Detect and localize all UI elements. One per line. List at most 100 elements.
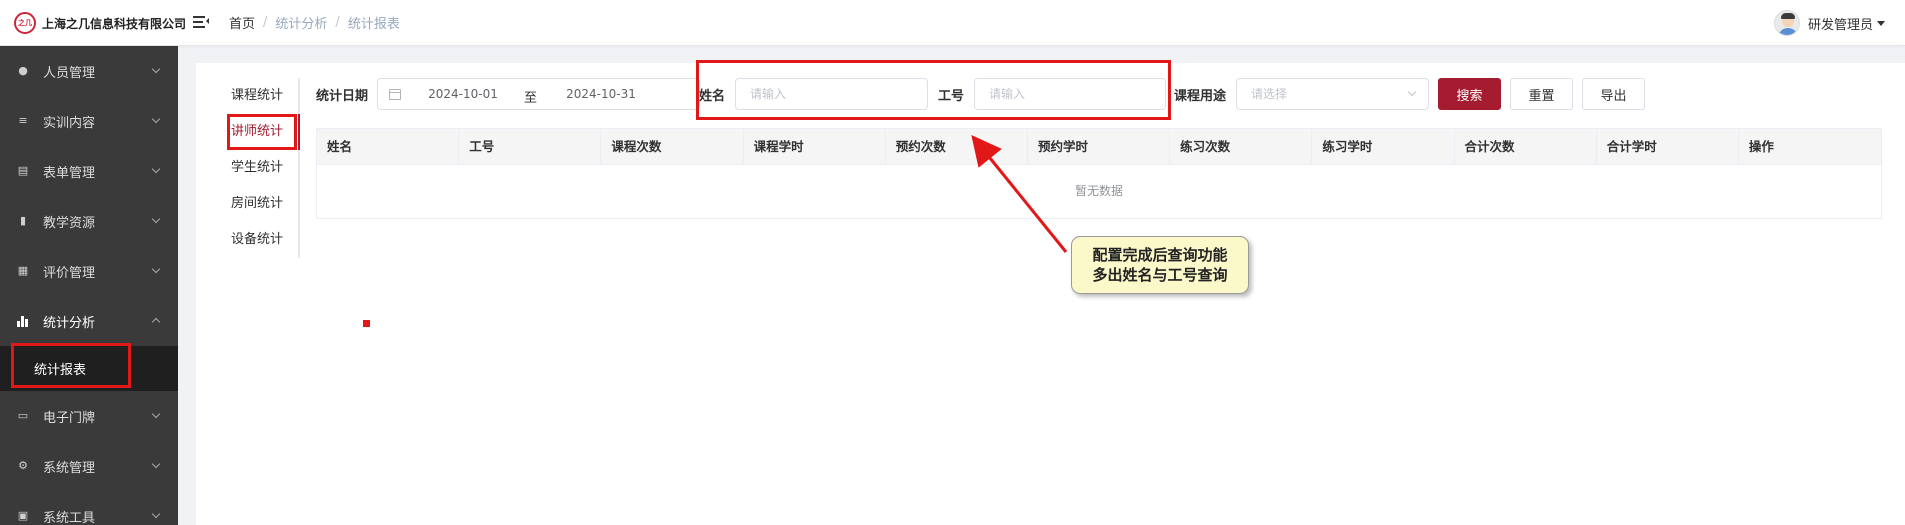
sidebar-item-label: 评价管理	[43, 265, 96, 281]
breadcrumb-separator: /	[335, 15, 340, 30]
date-end[interactable]: 2024-10-31	[566, 87, 636, 101]
stats-table: 姓名 工号 课程次数 课程学时 预约次数 预约学时 练习次数 练习学时 合计次数…	[316, 128, 1882, 219]
sidebar-item-label: 实训内容	[43, 115, 96, 131]
chevron-down-icon	[151, 264, 161, 274]
search-button[interactable]: 搜索	[1438, 78, 1501, 110]
sidebar-toggle-icon[interactable]	[193, 14, 209, 30]
sidebar-item-label: 系统管理	[43, 460, 96, 476]
sidebar-item-label: 统计分析	[43, 315, 96, 331]
column-header: 课程学时	[744, 129, 886, 164]
purpose-select[interactable]	[1236, 78, 1429, 110]
stat-tabs: 课程统计 讲师统计 学生统计 房间统计 设备统计	[231, 78, 296, 258]
book-icon: ▮	[19, 214, 27, 227]
chevron-down-icon	[151, 214, 161, 224]
caret-down-icon[interactable]	[1877, 20, 1885, 26]
chevron-down-icon	[151, 64, 161, 74]
name-label-wrap: 姓名	[699, 78, 725, 110]
chevron-down-icon	[151, 509, 161, 519]
date-range-picker[interactable]: 2024-10-01 至 2024-10-31	[377, 78, 700, 110]
sidebar-item-training[interactable]: ≡ 实训内容	[0, 96, 178, 146]
employee-id-input[interactable]	[974, 78, 1166, 110]
name-input[interactable]	[735, 78, 928, 110]
export-button[interactable]: 导出	[1582, 78, 1645, 110]
sidebar-item-system[interactable]: ⚙ 系统管理	[0, 441, 178, 491]
user-name[interactable]: 研发管理员	[1808, 14, 1873, 33]
sidebar-item-label: 人员管理	[43, 65, 96, 81]
tab-student[interactable]: 学生统计	[231, 150, 296, 186]
sidebar-item-personnel[interactable]: ● 人员管理	[0, 46, 178, 96]
evaluate-icon: ▦	[17, 264, 29, 277]
monitor-icon: ▭	[17, 409, 29, 422]
sidebar-item-forms[interactable]: ▤ 表单管理	[0, 146, 178, 196]
sidebar-item-label: 表单管理	[43, 165, 96, 181]
purpose-label-wrap: 课程用途	[1174, 78, 1226, 110]
toolbox-icon: ▣	[17, 509, 29, 522]
chevron-down-icon	[151, 459, 161, 469]
column-header: 操作	[1748, 139, 1774, 154]
user-menu[interactable]: 研发管理员	[1773, 10, 1885, 36]
tabs-divider	[298, 78, 300, 258]
sidebar: ● 人员管理 ≡ 实训内容 ▤ 表单管理 ▮ 教学资源 ▦ 评价管理 统计分析 …	[0, 46, 178, 525]
sidebar-item-doorplate[interactable]: ▭ 电子门牌	[0, 391, 178, 441]
purpose-label: 课程用途	[1174, 88, 1227, 104]
breadcrumb-home[interactable]: 首页	[229, 13, 255, 32]
column-header: 预约学时	[1028, 129, 1171, 164]
annotation-dot	[363, 320, 370, 327]
sidebar-item-label: 系统工具	[43, 510, 96, 525]
callout-line-1: 配置完成后查询功能	[1092, 246, 1228, 264]
name-label: 姓名	[699, 88, 726, 104]
employee-id-label: 工号	[938, 88, 965, 104]
sidebar-item-resources[interactable]: ▮ 教学资源	[0, 196, 178, 246]
column-header: 练习学时	[1312, 129, 1455, 164]
user-icon: ●	[18, 64, 28, 77]
top-header: 之几 上海之几信息科技有限公司 首页 / 统计分析 / 统计报表 研发管理员	[0, 0, 1905, 46]
form-icon: ▤	[17, 164, 29, 177]
breadcrumb-statistics: 统计分析	[275, 17, 328, 32]
company-logo[interactable]: 之几 上海之几信息科技有限公司	[14, 12, 186, 34]
tab-lecturer[interactable]: 讲师统计	[231, 114, 296, 150]
calendar-icon	[389, 89, 401, 100]
chevron-up-icon	[151, 317, 161, 327]
reset-button[interactable]: 重置	[1510, 78, 1573, 110]
breadcrumb-report: 统计报表	[347, 17, 400, 32]
tab-course[interactable]: 课程统计	[231, 78, 296, 114]
main-panel: 课程统计 讲师统计 学生统计 房间统计 设备统计 统计日期 2024-10-01…	[196, 63, 1905, 525]
tab-device[interactable]: 设备统计	[231, 222, 296, 258]
gear-icon: ⚙	[18, 459, 28, 472]
table-header: 姓名 工号 课程次数 课程学时 预约次数 预约学时 练习次数 练习学时 合计次数…	[317, 129, 1881, 165]
avatar[interactable]	[1773, 10, 1800, 36]
tab-room[interactable]: 房间统计	[231, 186, 296, 222]
sidebar-subitem-label: 统计报表	[34, 363, 87, 378]
list-icon: ≡	[18, 114, 28, 127]
company-name: 上海之几信息科技有限公司	[42, 16, 187, 31]
sidebar-item-statistics[interactable]: 统计分析	[0, 296, 178, 346]
table-empty-text: 暂无数据	[1074, 184, 1123, 198]
date-start[interactable]: 2024-10-01	[428, 87, 498, 101]
logo-mark-icon: 之几	[14, 12, 36, 34]
column-header: 练习次数	[1170, 129, 1313, 164]
sidebar-item-label: 教学资源	[43, 215, 96, 231]
callout-line-2: 多出姓名与工号查询	[1092, 266, 1228, 284]
sidebar-item-tools[interactable]: ▣ 系统工具	[0, 491, 178, 525]
chevron-down-icon	[151, 114, 161, 124]
column-header: 合计次数	[1455, 129, 1597, 164]
column-header: 合计学时	[1597, 129, 1739, 164]
annotation-callout: 配置完成后查询功能 多出姓名与工号查询	[1071, 236, 1249, 294]
sidebar-subitem-report[interactable]: 统计报表	[0, 346, 178, 391]
breadcrumb: 首页 / 统计分析 / 统计报表	[229, 13, 400, 32]
column-header: 姓名	[317, 129, 460, 164]
column-header: 预约次数	[886, 129, 1028, 164]
column-header: 课程次数	[601, 129, 744, 164]
date-filter-label-wrap: 统计日期	[316, 78, 368, 110]
breadcrumb-separator: /	[263, 15, 268, 30]
sidebar-item-label: 电子门牌	[43, 410, 96, 426]
bar-chart-icon	[17, 315, 29, 327]
id-label-wrap: 工号	[938, 78, 964, 110]
chevron-down-icon	[151, 409, 161, 419]
date-label: 统计日期	[316, 88, 369, 104]
date-separator: 至	[524, 91, 538, 106]
tabs-active-indicator	[298, 114, 300, 150]
column-header: 工号	[459, 129, 602, 164]
chevron-down-icon	[151, 164, 161, 174]
sidebar-item-evaluation[interactable]: ▦ 评价管理	[0, 246, 178, 296]
